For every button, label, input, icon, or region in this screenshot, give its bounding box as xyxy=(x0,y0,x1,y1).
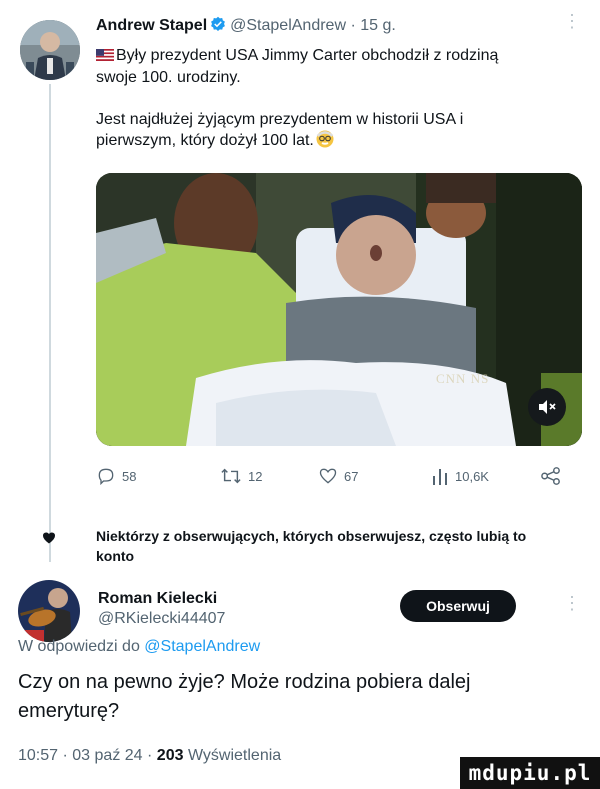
separator-dot: · xyxy=(147,747,157,764)
tweet-text-line: pierwszym, który dożył 100 lat. xyxy=(96,130,586,154)
replying-to: W odpowiedzi do @StapelAndrew xyxy=(18,638,260,656)
reply-count: 58 xyxy=(122,468,137,484)
reply-author-handle[interactable]: @RKielecki44407 xyxy=(98,610,225,628)
reply-icon xyxy=(98,468,114,486)
replying-to-link[interactable]: @StapelAndrew xyxy=(144,638,260,655)
reply-time[interactable]: 10:57 xyxy=(18,747,58,764)
tweet-text-line4: pierwszym, który dożył 100 lat. xyxy=(96,132,314,149)
thread-line xyxy=(49,84,51,562)
more-options-icon[interactable]: ⋮ xyxy=(563,12,581,30)
retweet-button[interactable]: 12 xyxy=(220,466,262,486)
reply-author-name[interactable]: Roman Kielecki xyxy=(98,590,217,608)
replying-prefix: W odpowiedzi do xyxy=(18,638,140,655)
retweet-icon xyxy=(221,468,241,484)
author-avatar[interactable] xyxy=(20,20,80,80)
mute-button[interactable] xyxy=(528,388,566,426)
tweet-text-line1: Były prezydent USA Jimmy Carter obchodzi… xyxy=(116,47,499,64)
heart-icon xyxy=(319,468,337,484)
verified-badge-icon xyxy=(210,16,226,37)
reply-text: Czy on na pewno żyje? Może rodzina pobie… xyxy=(18,668,588,726)
retweet-count: 12 xyxy=(248,468,263,484)
like-button[interactable]: 67 xyxy=(318,466,358,486)
tweet-text-line: Były prezydent USA Jimmy Carter obchodzi… xyxy=(96,45,586,67)
tweet-text: Były prezydent USA Jimmy Carter obchodzi… xyxy=(96,45,586,154)
follow-button[interactable]: Obserwuj xyxy=(400,590,516,622)
tweet-text-line2: swoje 100. urodziny. xyxy=(96,69,241,86)
speaker-muted-icon xyxy=(539,400,556,414)
tweet-text-line3: Jest najdłużej żyjącym prezydentem w his… xyxy=(96,111,464,128)
watermark-logo: mdupiu.pl xyxy=(460,757,600,789)
views-count: 10,6K xyxy=(455,468,489,484)
reply-date[interactable]: 03 paź 24 xyxy=(72,747,142,764)
views-bar-chart-icon xyxy=(433,469,447,485)
views-button[interactable]: 10,6K xyxy=(431,466,489,486)
reply-meta: 10:57 · 03 paź 24 · 203 Wyświetlenia xyxy=(18,747,281,765)
reply-views-label: Wyświetlenia xyxy=(187,747,282,764)
reply-text-line1: Czy on na pewno żyje? Może rodzina pobie… xyxy=(18,671,471,693)
notice-line1: Niektórzy z obserwujących, których obser… xyxy=(96,528,527,544)
tweet-header: Andrew Stapel @StapelAndrew · 15 g. xyxy=(96,16,396,37)
notice-line2: konto xyxy=(96,548,135,564)
reply-text-line2: emeryturę? xyxy=(18,700,120,722)
reply-button[interactable]: 58 xyxy=(96,466,136,486)
old-man-emoji-icon xyxy=(316,130,334,154)
us-flag-icon xyxy=(96,46,114,67)
share-button[interactable] xyxy=(540,466,562,486)
tweet-actions: 58 12 67 10,6K xyxy=(96,466,582,490)
reply-views-count: 203 xyxy=(156,747,184,764)
tweet-time[interactable]: 15 g. xyxy=(360,17,396,34)
tweet-video[interactable]: CNN NS xyxy=(96,173,582,446)
author-handle[interactable]: @StapelAndrew xyxy=(230,17,346,34)
heart-filled-icon xyxy=(42,531,56,549)
share-icon xyxy=(541,467,560,485)
like-count: 67 xyxy=(344,468,359,484)
video-overlay-text: CNN NS xyxy=(436,371,490,386)
separator-dot: · xyxy=(346,17,361,34)
author-name[interactable]: Andrew Stapel xyxy=(96,17,207,34)
reply-author-avatar[interactable] xyxy=(18,580,80,642)
reply-more-options-icon[interactable]: ⋮ xyxy=(563,594,581,612)
reply-restriction-notice: Niektórzy z obserwujących, których obser… xyxy=(96,526,596,566)
separator-dot: · xyxy=(62,747,73,764)
